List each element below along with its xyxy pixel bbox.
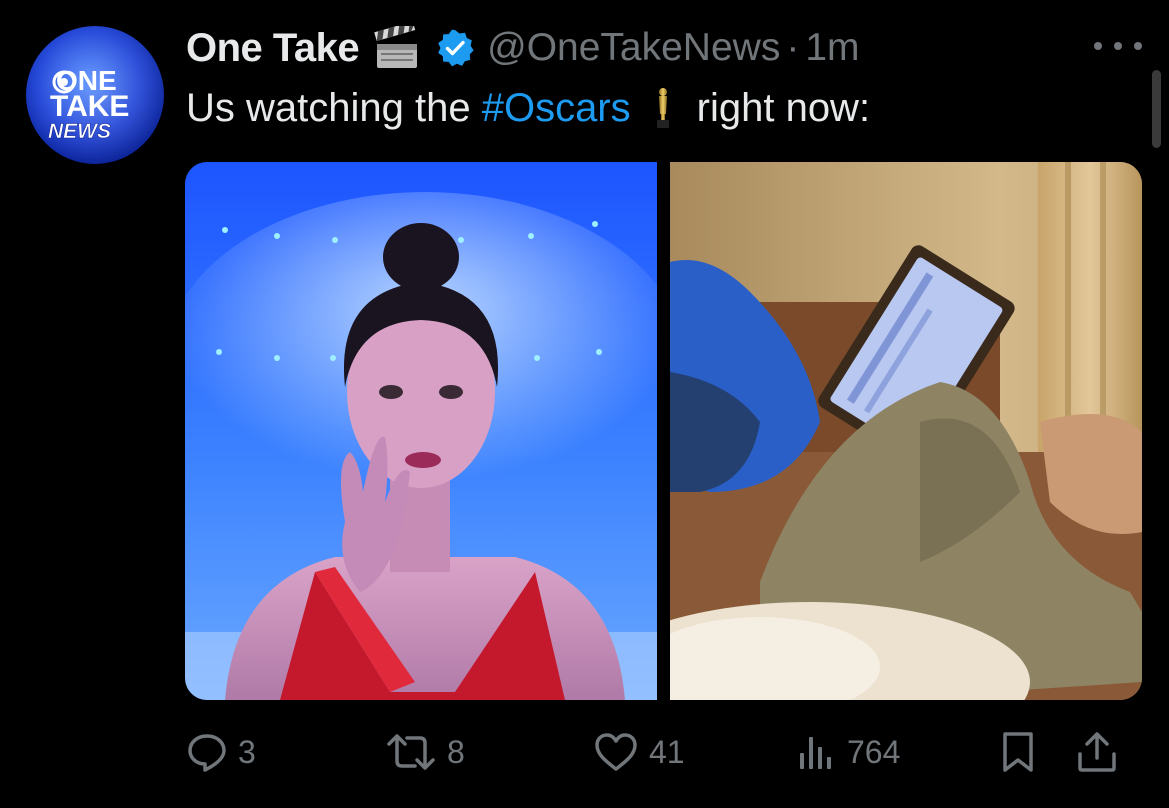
views-chart-icon — [800, 737, 831, 769]
avatar-line-3: NEWS — [48, 120, 111, 143]
like-button[interactable]: 41 — [593, 728, 685, 776]
oscar-trophy-icon — [651, 86, 675, 130]
media-photo-1[interactable] — [185, 162, 657, 700]
media-photo-2[interactable] — [670, 162, 1142, 700]
display-name[interactable]: One Take — [186, 26, 360, 71]
user-handle[interactable]: @OneTakeNews — [487, 26, 780, 70]
views-button[interactable]: 764 — [795, 728, 900, 776]
action-bar: 3 8 41 764 — [186, 728, 1142, 776]
bookmark-icon — [1003, 732, 1033, 772]
media-grid — [185, 162, 1142, 700]
clapper-board-icon — [373, 21, 423, 70]
reply-count: 3 — [238, 733, 256, 770]
one-take-news-logo: ONE TAKE NEWS — [26, 26, 164, 164]
views-count: 764 — [847, 733, 901, 770]
reply-icon — [188, 734, 226, 772]
retweet-button[interactable]: 8 — [385, 728, 465, 776]
retweet-icon — [387, 734, 435, 770]
share-button[interactable] — [1075, 728, 1119, 776]
tweet-header: One Take @OneTakeNews · 1m — [186, 21, 860, 72]
timestamp[interactable]: 1m — [805, 26, 859, 70]
like-count: 41 — [649, 733, 685, 770]
retweet-count: 8 — [447, 733, 465, 770]
bookmark-button[interactable] — [1000, 728, 1036, 776]
hashtag-link[interactable]: #Oscars — [482, 86, 631, 131]
reply-button[interactable]: 3 — [186, 728, 256, 776]
tweet-text: Us watching the #Oscars right now: — [186, 84, 870, 132]
avatar-line-2: TAKE — [50, 90, 129, 123]
scrollbar-thumb[interactable] — [1152, 70, 1161, 148]
verified-badge-icon[interactable] — [435, 28, 475, 68]
separator-dot: · — [786, 26, 800, 69]
share-icon — [1078, 732, 1116, 772]
more-dots-icon[interactable] — [1094, 38, 1142, 54]
avatar[interactable]: ONE TAKE NEWS — [26, 26, 164, 164]
tweet-text-lead: Us watching the — [186, 85, 482, 130]
heart-icon — [595, 733, 637, 771]
tweet-text-tail: right now: — [696, 85, 871, 130]
